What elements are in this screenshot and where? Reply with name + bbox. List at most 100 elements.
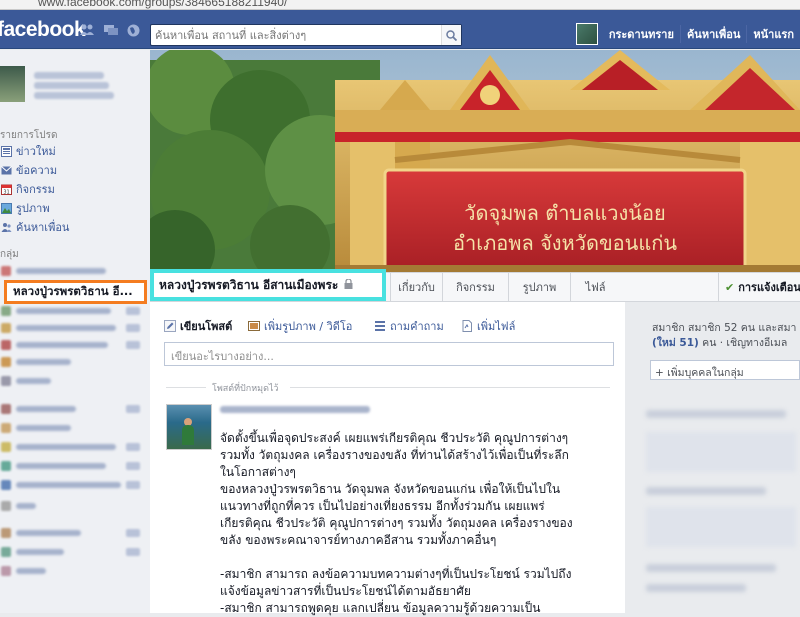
blurred-suggestion bbox=[646, 584, 746, 592]
sidebar-item-events[interactable]: 31 กิจกรรม bbox=[0, 180, 150, 198]
pinned-posts-label: โพสต์ที่ปักหมุดไว้ bbox=[212, 384, 279, 394]
post-line: ขลัง ของพระคณาจารย์ทางภาคอีสาน รวมทั้งภา… bbox=[220, 533, 497, 547]
ask-question-label: ถามคำถาม bbox=[390, 320, 444, 333]
post-line: ในโอกาสต่างๆ bbox=[220, 465, 296, 479]
calendar-icon: 31 bbox=[1, 184, 12, 195]
blurred-suggestion bbox=[646, 564, 776, 572]
post-author-name-blurred[interactable] bbox=[220, 406, 370, 413]
post-line: แนวทางที่ถูกที่ควร เป็นไปอย่างเที่ยงธรรม… bbox=[220, 499, 545, 513]
friend-requests-icon[interactable] bbox=[80, 24, 94, 36]
sidebar-item-blurred-group[interactable] bbox=[0, 338, 150, 352]
sidebar-item-blurred-group[interactable] bbox=[0, 374, 150, 388]
search-input[interactable] bbox=[151, 25, 441, 45]
post-text-input[interactable]: เขียนอะไรบางอย่าง... bbox=[164, 342, 614, 366]
tab-files[interactable]: ไฟล์ bbox=[570, 273, 620, 301]
post-author-avatar[interactable] bbox=[166, 404, 212, 450]
sidebar-item-blurred-app[interactable] bbox=[0, 402, 150, 416]
post-line: เกียรติคุณ ชีวประวัติ คุณูปการต่างๆ รวมท… bbox=[220, 516, 573, 530]
post-line: -สมาชิก สามารถ ลงข้อความบทความต่างๆที่เป… bbox=[220, 567, 572, 581]
add-file-label: เพิ่มไฟล์ bbox=[477, 320, 516, 333]
nav-find-friends[interactable]: ค้นหาเพื่อน bbox=[681, 25, 748, 43]
sidebar-item-blurred-app[interactable] bbox=[0, 499, 150, 513]
sidebar-item-blurred-app[interactable] bbox=[0, 545, 150, 559]
sidebar-item-blurred-app[interactable] bbox=[0, 564, 150, 578]
nav-home[interactable]: หน้าแรก bbox=[747, 25, 800, 43]
sidebar-item-messages[interactable]: ข้อความ bbox=[0, 161, 150, 179]
post-line: ของหลวงปู่วรพรตวิธาน วัดจุมพล จังหวัดขอน… bbox=[220, 482, 561, 496]
sidebar-item-blurred-app[interactable] bbox=[0, 440, 150, 454]
write-post-label: เขียนโพสต์ bbox=[180, 320, 233, 333]
profile-picture[interactable] bbox=[0, 66, 25, 102]
sidebar-item-find-friends[interactable]: ค้นหาเพื่อน bbox=[0, 218, 150, 236]
notifications-button[interactable]: ✔ การแจ้งเตือน bbox=[718, 273, 800, 301]
sidebar-item-blurred-group[interactable] bbox=[0, 355, 150, 369]
search-box[interactable] bbox=[150, 24, 462, 46]
tab-about[interactable]: เกี่ยวกับ bbox=[390, 273, 442, 301]
sidebar-item-blurred-app[interactable] bbox=[0, 478, 150, 492]
sidebar-item-photos[interactable]: รูปภาพ bbox=[0, 199, 150, 217]
sidebar-item-blurred-group[interactable] bbox=[0, 264, 150, 278]
temple-cover-image: วัดจุมพล ตำบลแวงน้อย อำเภอพล จังหวัดขอนแ… bbox=[150, 50, 800, 272]
invite-by-email[interactable]: คน · เชิญทางอีเมล bbox=[699, 337, 787, 349]
favorites-header: รายการโปรด bbox=[0, 130, 58, 141]
sidebar-item-label: กิจกรรม bbox=[16, 183, 55, 196]
right-column: สมาชิก สมาชิก 52 คน และสมา (ใหม่ 51) คน … bbox=[640, 302, 800, 613]
sidebar-item-blurred-app[interactable] bbox=[0, 421, 150, 435]
groups-header: กลุ่ม bbox=[0, 249, 19, 260]
blurred-suggestion bbox=[646, 410, 786, 418]
post-line: -สมาชิก สามารถพูดคุย แลกเปลี่ยน ข้อมูลคว… bbox=[220, 601, 541, 615]
post-line: แจ้งข้อมูลข่าวสารที่เป็นประโยชน์ได้ตามอั… bbox=[220, 584, 471, 598]
search-icon[interactable] bbox=[441, 25, 461, 45]
browser-url-bar[interactable]: www.facebook.com/groups/384665188211940/ bbox=[0, 0, 800, 10]
sidebar-item-label: หลวงปู่วรพรตวิธาน อี... bbox=[13, 284, 133, 298]
post-line bbox=[220, 549, 600, 566]
pencil-icon bbox=[164, 320, 176, 332]
messages-icon[interactable] bbox=[104, 24, 118, 36]
sidebar-item-blurred-app[interactable] bbox=[0, 459, 150, 473]
sidebar-item-blurred-group[interactable] bbox=[0, 321, 150, 335]
top-nav: กระดานทราย ค้นหาเพื่อน หน้าแรก bbox=[575, 23, 800, 45]
group-title[interactable]: หลวงปู่วรพรตวิธาน อีสานเมืองพระ bbox=[150, 269, 386, 301]
sidebar-profile[interactable] bbox=[0, 66, 150, 106]
blurred-suggestion bbox=[646, 487, 766, 495]
ask-question-button[interactable]: ถามคำถาม bbox=[374, 317, 444, 335]
photos-icon bbox=[1, 202, 12, 214]
question-list-icon bbox=[375, 321, 385, 331]
new-members-link[interactable]: (ใหม่ 51) bbox=[652, 337, 699, 349]
facebook-logo[interactable]: facebook bbox=[0, 18, 86, 42]
add-person-input[interactable]: + เพิ่มบุคคลในกลุ่ม bbox=[650, 360, 800, 380]
post-line: รวมทั้ง วัตถุมงคล เครื่องรางของขลัง ที่ท… bbox=[220, 448, 569, 462]
post-composer: เขียนโพสต์ เพิ่มรูปภาพ / วิดีโอ ถามคำถาม… bbox=[150, 302, 625, 387]
sidebar-item-label: ค้นหาเพื่อน bbox=[16, 221, 70, 234]
pinned-posts-divider: โพสต์ที่ปักหมุดไว้ bbox=[150, 378, 625, 398]
group-cover-photo[interactable]: วัดจุมพล ตำบลแวงน้อย อำเภอพล จังหวัดขอนแ… bbox=[150, 50, 800, 272]
add-file-button[interactable]: เพิ่มไฟล์ bbox=[461, 317, 515, 335]
lock-icon bbox=[344, 278, 353, 292]
blurred-suggestion bbox=[646, 507, 796, 547]
cover-sign-line2: อำเภอพล จังหวัดขอนแก่น bbox=[453, 231, 677, 255]
group-nav-bar: หลวงปู่วรพรตวิธาน อีสานเมืองพระ เกี่ยวกั… bbox=[150, 269, 800, 302]
photo-icon bbox=[248, 321, 260, 331]
tab-photos[interactable]: รูปภาพ bbox=[508, 273, 570, 301]
avatar[interactable] bbox=[575, 23, 598, 45]
sidebar-item-news-feed[interactable]: ข่าวใหม่ bbox=[0, 142, 150, 160]
sidebar-item-active-group[interactable]: หลวงปู่วรพรตวิธาน อี... bbox=[4, 280, 147, 304]
left-sidebar: รายการโปรด ข่าวใหม่ ข้อความ 31 กิจกรรม ร… bbox=[0, 50, 150, 613]
write-post-button[interactable]: เขียนโพสต์ bbox=[164, 317, 232, 335]
tab-events[interactable]: กิจกรรม bbox=[442, 273, 508, 301]
blurred-edit-profile bbox=[34, 92, 114, 99]
add-photo-video-button[interactable]: เพิ่มรูปภาพ / วิดีโอ bbox=[248, 317, 352, 335]
members-new-line: (ใหม่ 51) คน · เชิญทางอีเมล bbox=[652, 334, 787, 351]
sidebar-item-label: ข่าวใหม่ bbox=[16, 145, 56, 158]
url-text: www.facebook.com/groups/384665188211940/ bbox=[38, 0, 288, 9]
sidebar-item-label: รูปภาพ bbox=[16, 202, 50, 215]
blurred-name bbox=[34, 72, 104, 79]
sidebar-item-blurred-group[interactable] bbox=[0, 304, 150, 318]
post-line: จัดตั้งขึ้นเพื่อจุดประสงค์ เผยแพร่เกียรต… bbox=[220, 431, 569, 445]
sidebar-item-blurred-app[interactable] bbox=[0, 526, 150, 540]
news-feed-icon bbox=[1, 145, 12, 157]
notifications-globe-icon[interactable] bbox=[126, 24, 140, 36]
blurred-name bbox=[34, 82, 109, 89]
nav-profile-name[interactable]: กระดานทราย bbox=[603, 25, 681, 43]
cover-sign-line1: วัดจุมพล ตำบลแวงน้อย bbox=[464, 201, 665, 226]
